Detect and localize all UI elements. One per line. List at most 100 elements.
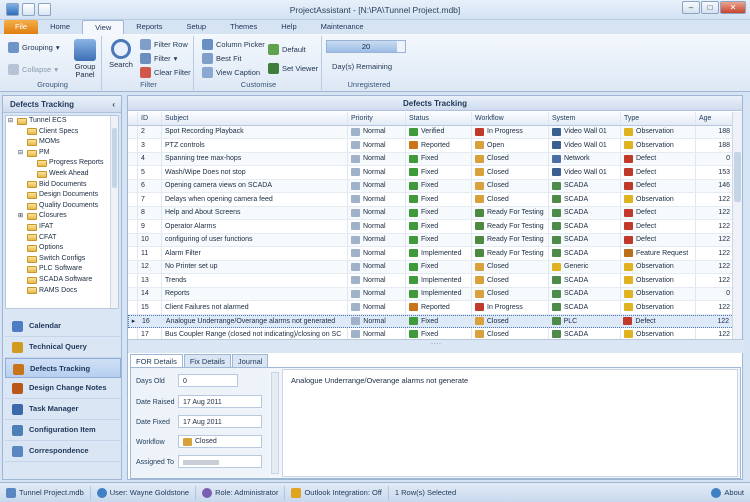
table-row[interactable]: 12 No Printer set up Normal Fixed Closed Gene… (128, 260, 734, 274)
tree-node[interactable]: Options (6, 243, 118, 254)
view-caption-button[interactable]: View Caption (202, 67, 260, 78)
set-viewer-button[interactable]: Set Viewer (268, 63, 318, 74)
cell-subject: configuring of user functions (162, 233, 348, 246)
close-button[interactable]: ✕ (720, 1, 746, 14)
tab-home[interactable]: Home (38, 20, 82, 34)
tree-node[interactable]: Bid Documents (6, 180, 118, 191)
days-old-field[interactable]: 0 (178, 374, 238, 387)
nav-item-correspondence[interactable]: Correspondence (5, 441, 121, 462)
tree-node[interactable]: SCADA Software (6, 275, 118, 286)
table-row[interactable]: ▸ 16 Analogue Underrange/Overange alarms n… (128, 314, 734, 328)
tree-node-label: MOMs (39, 138, 60, 146)
tree-node[interactable]: PLC Software (6, 264, 118, 275)
table-row[interactable]: 7 Delays when opening camera feed Normal Fi… (128, 193, 734, 207)
table-row[interactable]: 14 Reports Normal Implemented Closed SCADA Obs… (128, 287, 734, 301)
col-status[interactable]: Status (406, 112, 472, 125)
scada-icon (552, 330, 561, 339)
search-button[interactable]: Search (106, 39, 136, 69)
tree-node[interactable]: IFAT (6, 222, 118, 233)
table-row[interactable]: 9 Operator Alarms Normal Fixed Ready For Tes… (128, 220, 734, 234)
cell-text: Normal (363, 195, 386, 203)
tree-node[interactable]: Week Ahead (6, 169, 118, 180)
table-row[interactable]: 15 Client Failures not alarmed Normal Repor… (128, 301, 734, 315)
filter-row-button[interactable]: Filter Row (140, 39, 188, 50)
detail-scrollbar[interactable] (271, 372, 279, 474)
group-panel-button[interactable]: Group Panel (70, 39, 100, 79)
col-system[interactable]: System (549, 112, 621, 125)
table-row[interactable]: 6 Opening camera views on SCADA Normal Fixe… (128, 179, 734, 193)
tab-for-details[interactable]: FOR Details (130, 354, 183, 367)
filter-button[interactable]: Filter ▾ (140, 53, 177, 64)
nav-item-defects-tracking[interactable]: Defects Tracking (5, 357, 121, 379)
tree-toggle-icon[interactable]: ⊟ (18, 148, 25, 159)
workflow-field[interactable]: Closed (178, 435, 262, 448)
table-row[interactable]: 3 PTZ controls Normal Reported Open Video Wal… (128, 139, 734, 153)
tree-node[interactable]: Progress Reports (6, 158, 118, 169)
collapse-sidebar-icon[interactable]: ‹ (112, 96, 121, 113)
collapse-button[interactable]: Collapse ▾ (8, 64, 58, 75)
splitter[interactable]: ···· (128, 339, 744, 353)
tree-node[interactable]: RAMS Docs (6, 286, 118, 297)
tab-journal[interactable]: Journal (231, 354, 269, 367)
minimize-button[interactable]: – (682, 1, 700, 14)
tab-help[interactable]: Help (269, 20, 308, 34)
date-fixed-field[interactable]: 17 Aug 2011 (178, 415, 262, 428)
tree-node[interactable]: CFAT (6, 233, 118, 244)
table-row[interactable]: 11 Alarm Filter Normal Implemented Ready For… (128, 247, 734, 261)
cell-age: 122 (695, 315, 734, 327)
about-button[interactable]: About (705, 486, 750, 500)
nav-item-configuration-item[interactable]: Configuration Item (5, 420, 121, 441)
nav-item-calendar[interactable]: Calendar (5, 316, 121, 337)
date-raised-field[interactable]: 17 Aug 2011 (178, 395, 262, 408)
tree-node[interactable]: Design Documents (6, 190, 118, 201)
table-row[interactable]: 4 Spanning tree max-hops Normal Fixed Closed… (128, 152, 734, 166)
cell-status: Fixed (406, 328, 472, 339)
default-button[interactable]: Default (268, 44, 306, 55)
maximize-button[interactable]: □ (701, 1, 719, 14)
table-row[interactable]: 17 Bus Coupler Range (closed not indicati… (128, 328, 734, 339)
cell-workflow: Closed (472, 315, 549, 327)
tab-view[interactable]: View (82, 20, 125, 34)
database-icon (6, 487, 16, 498)
col-age[interactable]: Age (696, 112, 734, 125)
col-workflow[interactable]: Workflow (472, 112, 549, 125)
tree-node[interactable]: ⊞ Closures (6, 211, 118, 222)
tree-node[interactable]: Client Specs (6, 127, 118, 138)
table-row[interactable]: 13 Trends Normal Implemented Closed SCADA Obse… (128, 274, 734, 288)
closed-icon (475, 262, 484, 271)
tree-node[interactable]: Quality Documents (6, 201, 118, 212)
tree-node[interactable]: MOMs (6, 137, 118, 148)
clear-filter-button[interactable]: Clear Filter (140, 67, 191, 78)
grid-scrollbar[interactable] (732, 112, 742, 339)
tab-maintenance[interactable]: Maintenance (309, 20, 376, 34)
tree-node[interactable]: ⊟ Tunnel ECS (6, 116, 118, 127)
tree-node[interactable]: Switch Configs (6, 254, 118, 265)
table-row[interactable]: 5 Wash/Wipe Does not stop Normal Fixed Close… (128, 166, 734, 180)
best-fit-button[interactable]: Best Fit (202, 53, 241, 64)
tree-scrollbar[interactable] (110, 116, 118, 308)
table-row[interactable]: 2 Spot Recording Playback Normal Verified In… (128, 125, 734, 139)
table-row[interactable]: 10 configuring of user functions Normal Fix… (128, 233, 734, 247)
tab-fix-details[interactable]: Fix Details (183, 354, 231, 367)
nav-item-technical-query[interactable]: Technical Query (5, 337, 121, 358)
col-type[interactable]: Type (621, 112, 696, 125)
nav-item-task-manager[interactable]: Task Manager (5, 399, 121, 420)
assigned-to-field[interactable] (178, 455, 262, 468)
tab-file[interactable]: File (4, 20, 39, 34)
col-id[interactable]: ID (138, 112, 162, 125)
tree-toggle-icon[interactable]: ⊞ (18, 211, 25, 222)
col-subject[interactable]: Subject (162, 112, 348, 125)
tab-setup[interactable]: Setup (175, 20, 219, 34)
grouping-button[interactable]: Grouping ▾ (8, 42, 60, 53)
tree-node[interactable]: ⊟ PM (6, 148, 118, 159)
cell-priority: Normal (348, 274, 406, 287)
description-text[interactable]: Analogue Underrange/Overange alarms not … (282, 369, 738, 477)
tab-themes[interactable]: Themes (218, 20, 269, 34)
table-row[interactable]: 8 Help and About Screens Normal Fixed Ready … (128, 206, 734, 220)
tab-reports[interactable]: Reports (124, 20, 174, 34)
cell-type: Defect (621, 220, 696, 233)
column-picker-button[interactable]: Column Picker (202, 39, 265, 50)
nav-item-design-change-notes[interactable]: Design Change Notes (5, 378, 121, 400)
col-priority[interactable]: Priority (348, 112, 406, 125)
tree-toggle-icon[interactable]: ⊟ (8, 116, 15, 127)
